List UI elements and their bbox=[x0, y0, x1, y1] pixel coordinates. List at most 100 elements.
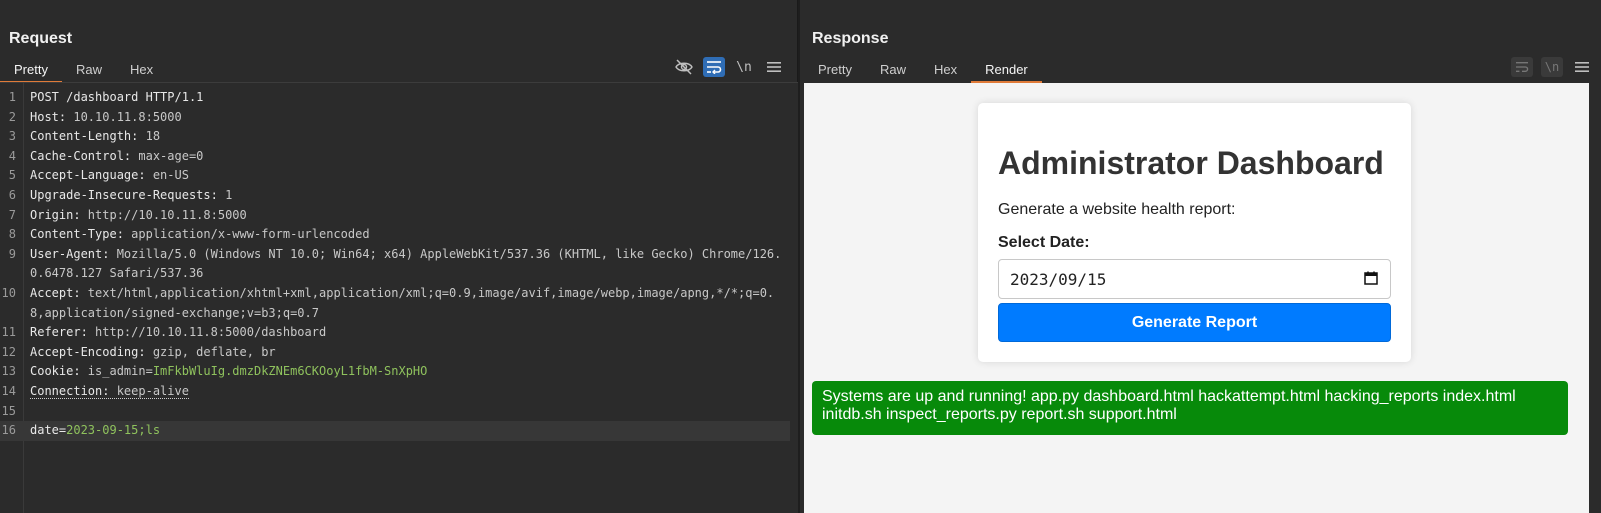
header-value: en-US bbox=[145, 168, 189, 183]
request-tab-hex[interactable]: Hex bbox=[116, 58, 167, 83]
line-number: 5 bbox=[8, 168, 16, 183]
generate-report-button[interactable]: Generate Report bbox=[998, 303, 1391, 342]
code-line: 14 Connection: keep-alive bbox=[0, 382, 790, 402]
date-label: Select Date: bbox=[998, 234, 1090, 251]
rendered-response: Administrator Dashboard Generate a websi… bbox=[804, 83, 1589, 513]
line-text: Accept: text/html,application/xhtml+xml,… bbox=[0, 284, 790, 323]
line-number: 9 bbox=[8, 246, 16, 261]
header-name: Accept-Encoding: bbox=[30, 344, 146, 359]
header-value: 18 bbox=[138, 129, 161, 144]
show-newlines-button[interactable]: \n bbox=[733, 57, 755, 77]
code-line: 7 Origin: http://10.10.11.8:5000 bbox=[0, 206, 790, 226]
line-number: 7 bbox=[8, 207, 16, 222]
header-name: Host: bbox=[30, 109, 67, 124]
header-name: Cookie: bbox=[30, 364, 81, 379]
code-line: 16 date=2023-09-15;ls bbox=[0, 421, 790, 441]
highlighted-value: ImFkbWluIg.dmzDkZNEm6CKOoyL1fbM-SnXpHO bbox=[152, 364, 428, 379]
line-number: 3 bbox=[8, 129, 16, 144]
header-value: max-age=0 bbox=[131, 148, 204, 163]
line-number: 12 bbox=[1, 344, 16, 359]
line-text: Cache-Control: max-age=0 bbox=[0, 147, 790, 167]
request-editor[interactable]: 1 POST /dashboard HTTP/1.1 2 Host: 10.10.11… bbox=[0, 83, 798, 513]
word-wrap-icon bbox=[707, 61, 722, 74]
line-number: 4 bbox=[8, 148, 16, 163]
line-text: Referer: http://10.10.11.8:5000/dashboar… bbox=[0, 323, 790, 343]
code-line: 8 Content-Type: application/x-www-form-ur… bbox=[0, 225, 790, 245]
hide-nonprintable-button[interactable] bbox=[673, 57, 695, 77]
response-toolbar: \n bbox=[1511, 57, 1593, 77]
word-wrap-button[interactable] bbox=[703, 57, 725, 77]
report-prompt: Generate a website health report: bbox=[998, 201, 1236, 218]
code-line: 6 Upgrade-Insecure-Requests: 1 bbox=[0, 186, 790, 206]
line-number: 15 bbox=[1, 403, 16, 418]
dashboard-card: Administrator Dashboard Generate a websi… bbox=[978, 103, 1411, 362]
line-number: 11 bbox=[1, 325, 16, 340]
line-text: Cookie: is_admin=ImFkbWluIg.dmzDkZNEm6CK… bbox=[0, 362, 790, 382]
request-menu-button[interactable] bbox=[763, 57, 785, 77]
response-tab-hex[interactable]: Hex bbox=[920, 58, 971, 83]
line-number: 16 bbox=[1, 423, 16, 438]
header-name: Content-Length: bbox=[30, 129, 139, 144]
request-tab-pretty[interactable]: Pretty bbox=[0, 58, 62, 83]
line-text: Origin: http://10.10.11.8:5000 bbox=[0, 206, 790, 226]
newline-label: \n bbox=[1544, 60, 1560, 74]
hamburger-menu-icon bbox=[1575, 62, 1589, 72]
response-show-newlines-button[interactable]: \n bbox=[1541, 57, 1563, 77]
header-name: Referer: bbox=[30, 325, 88, 340]
request-tab-raw[interactable]: Raw bbox=[62, 58, 116, 83]
line-number: 6 bbox=[8, 187, 16, 202]
header-name: Origin: bbox=[30, 207, 81, 222]
line-text: Accept-Language: en-US bbox=[0, 166, 790, 186]
header-value: 1 bbox=[217, 187, 233, 202]
code-line: 4 Cache-Control: max-age=0 bbox=[0, 147, 790, 167]
line-text: POST /dashboard HTTP/1.1 bbox=[0, 88, 790, 108]
newline-label: \n bbox=[736, 59, 752, 75]
dashboard-heading: Administrator Dashboard bbox=[998, 145, 1384, 181]
header-value: Mozilla/5.0 (Windows NT 10.0; Win64; x64… bbox=[30, 246, 782, 281]
response-word-wrap-button[interactable] bbox=[1511, 57, 1533, 77]
header-value: http://10.10.11.8:5000 bbox=[80, 207, 247, 222]
request-code: 1 POST /dashboard HTTP/1.1 2 Host: 10.10.11… bbox=[0, 88, 790, 441]
response-tab-raw[interactable]: Raw bbox=[866, 58, 920, 83]
code-line: 3 Content-Length: 18 bbox=[0, 127, 790, 147]
date-input[interactable]: 2023/09/15 bbox=[998, 259, 1391, 299]
request-tabs: Pretty Raw Hex bbox=[0, 58, 167, 83]
line-text: User-Agent: Mozilla/5.0 (Windows NT 10.0… bbox=[0, 245, 790, 284]
response-pane: Response Pretty Raw Hex Render \n Admini… bbox=[800, 0, 1601, 513]
code-line: 15 bbox=[0, 402, 790, 422]
response-title: Response bbox=[812, 30, 889, 47]
line-number: 2 bbox=[8, 109, 16, 124]
request-title: Request bbox=[9, 30, 73, 47]
header-value: 10.10.11.8:5000 bbox=[66, 109, 182, 124]
code-line: 1 POST /dashboard HTTP/1.1 bbox=[0, 88, 790, 108]
response-menu-button[interactable] bbox=[1571, 57, 1593, 77]
line-text: Content-Length: 18 bbox=[0, 127, 790, 147]
response-tab-render[interactable]: Render bbox=[971, 58, 1042, 83]
code-line: 5 Accept-Language: en-US bbox=[0, 166, 790, 186]
calendar-icon[interactable] bbox=[1364, 271, 1378, 285]
line-number: 13 bbox=[1, 364, 16, 379]
code-line: 2 Host: 10.10.11.8:5000 bbox=[0, 108, 790, 128]
connection-header-underlined: Connection: keep-alive bbox=[30, 383, 189, 399]
line-text: Host: 10.10.11.8:5000 bbox=[0, 108, 790, 128]
line-text: date=2023-09-15;ls bbox=[0, 421, 790, 441]
header-name: User-Agent: bbox=[30, 246, 110, 261]
date-value: 2023/09/15 bbox=[1010, 270, 1107, 289]
response-tab-pretty[interactable]: Pretty bbox=[804, 58, 866, 83]
word-wrap-icon bbox=[1516, 62, 1529, 72]
line-number: 14 bbox=[1, 383, 16, 398]
response-tabs: Pretty Raw Hex Render bbox=[804, 58, 1042, 83]
line-text: Upgrade-Insecure-Requests: 1 bbox=[0, 186, 790, 206]
code-line: 12 Accept-Encoding: gzip, deflate, br bbox=[0, 343, 790, 363]
header-name: Cache-Control: bbox=[30, 148, 132, 163]
header-name: Connection: bbox=[30, 383, 110, 398]
request-toolbar: \n bbox=[673, 57, 785, 77]
line-text: Connection: keep-alive bbox=[0, 382, 790, 402]
header-value: http://10.10.11.8:5000/dashboard bbox=[87, 325, 327, 340]
eye-slash-icon bbox=[675, 59, 693, 75]
line-number: 1 bbox=[8, 90, 16, 104]
code-line: 9 User-Agent: Mozilla/5.0 (Windows NT 10.… bbox=[0, 245, 790, 284]
header-name: Content-Type: bbox=[30, 227, 124, 242]
code-line: 10 Accept: text/html,application/xhtml+xm… bbox=[0, 284, 790, 323]
request-pane: Request Pretty Raw Hex \n 1 POST /dashbo… bbox=[0, 0, 798, 513]
